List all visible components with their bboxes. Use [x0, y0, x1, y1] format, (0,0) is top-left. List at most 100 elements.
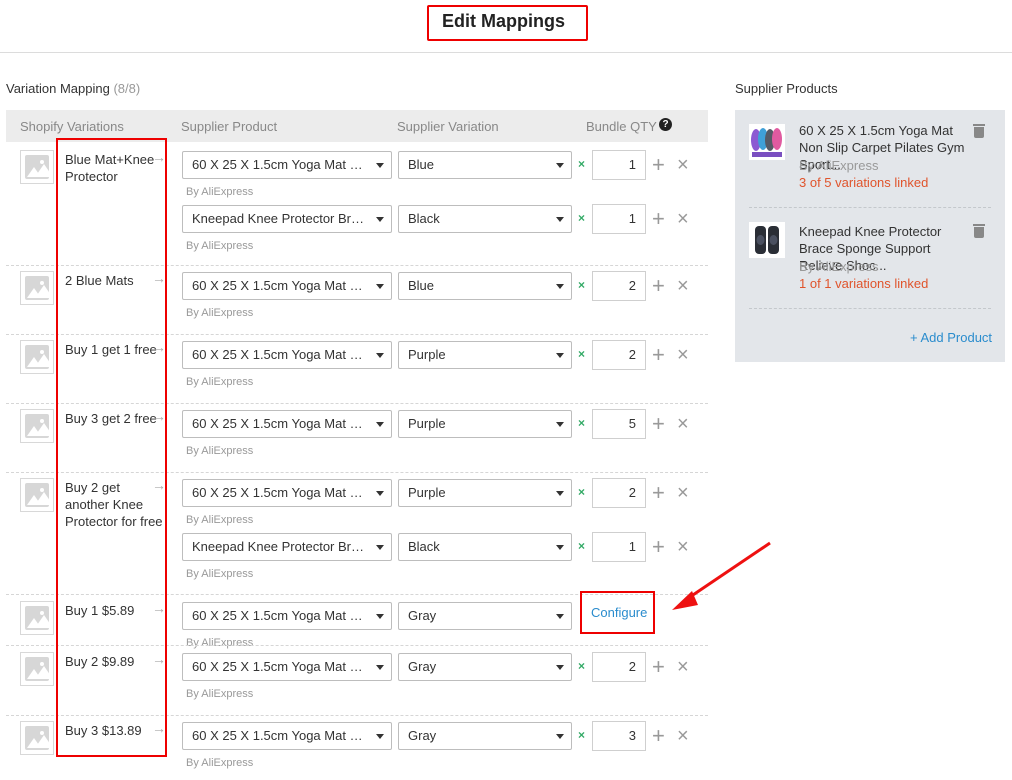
remove-line-close-icon[interactable]: ×	[677, 155, 689, 175]
supplier-product-value: 60 X 25 X 1.5cm Yoga Mat No...	[192, 278, 378, 293]
supplier-variation-value: Black	[408, 539, 440, 554]
multiply-icon: ×	[578, 278, 586, 292]
supplier-variation-select[interactable]: Black	[398, 533, 572, 561]
trash-icon[interactable]	[973, 224, 985, 238]
supplier-product-linked-status: 3 of 5 variations linked	[799, 175, 929, 190]
supplier-product-select[interactable]: 60 X 25 X 1.5cm Yoga Mat No...	[182, 722, 392, 750]
supplier-variation-select[interactable]: Gray	[398, 602, 572, 630]
supplier-source-label: By AliExpress	[186, 688, 254, 700]
supplier-variation-select[interactable]: Gray	[398, 722, 572, 750]
multiply-icon: ×	[578, 659, 586, 673]
supplier-variation-select[interactable]: Blue	[398, 151, 572, 179]
supplier-product-value: Kneepad Knee Protector Brace ...	[192, 211, 387, 226]
remove-line-close-icon[interactable]: ×	[677, 345, 689, 365]
chevron-down-icon	[376, 491, 384, 496]
multiply-icon: ×	[578, 539, 586, 553]
supplier-product-value: 60 X 25 X 1.5cm Yoga Mat No...	[192, 728, 378, 743]
chevron-down-icon	[556, 665, 564, 670]
bundle-qty-input[interactable]: 1	[592, 150, 646, 180]
trash-icon[interactable]	[973, 124, 985, 138]
supplier-product-select[interactable]: 60 X 25 X 1.5cm Yoga Mat No...	[182, 151, 392, 179]
supplier-variation-select[interactable]: Purple	[398, 479, 572, 507]
supplier-product-select[interactable]: 60 X 25 X 1.5cm Yoga Mat No...	[182, 653, 392, 681]
header-supplier-variation: Supplier Variation	[397, 119, 499, 134]
image-placeholder-icon	[20, 652, 54, 686]
chevron-down-icon	[556, 353, 564, 358]
multiply-icon: ×	[578, 211, 586, 225]
header-bundle-qty: Bundle QTY	[586, 119, 657, 134]
supplier-variation-value: Blue	[408, 278, 435, 293]
supplier-variation-select[interactable]: Black	[398, 205, 572, 233]
bundle-qty-input[interactable]: 3	[592, 721, 646, 751]
chevron-down-icon	[376, 734, 384, 739]
remove-line-close-icon[interactable]: ×	[677, 209, 689, 229]
supplier-product-select[interactable]: 60 X 25 X 1.5cm Yoga Mat No...	[182, 341, 392, 369]
chevron-down-icon	[376, 217, 384, 222]
supplier-source-label: By AliExpress	[186, 445, 254, 457]
supplier-product-select[interactable]: 60 X 25 X 1.5cm Yoga Mat No...	[182, 479, 392, 507]
chevron-down-icon	[376, 353, 384, 358]
chevron-down-icon	[376, 545, 384, 550]
add-line-plus-icon[interactable]: +	[652, 725, 665, 747]
supplier-product-value: 60 X 25 X 1.5cm Yoga Mat No...	[192, 608, 378, 623]
add-line-plus-icon[interactable]: +	[652, 413, 665, 435]
supplier-product-select[interactable]: 60 X 25 X 1.5cm Yoga Mat No...	[182, 410, 392, 438]
add-line-plus-icon[interactable]: +	[652, 275, 665, 297]
remove-line-close-icon[interactable]: ×	[677, 276, 689, 296]
supplier-product-select[interactable]: 60 X 25 X 1.5cm Yoga Mat No...	[182, 602, 392, 630]
configure-highlight-annotation	[580, 591, 655, 634]
image-placeholder-icon	[20, 150, 54, 184]
add-line-plus-icon[interactable]: +	[652, 154, 665, 176]
bundle-qty-input[interactable]: 2	[592, 478, 646, 508]
supplier-variation-value: Black	[408, 211, 440, 226]
image-placeholder-icon	[20, 478, 54, 512]
add-line-plus-icon[interactable]: +	[652, 208, 665, 230]
chevron-down-icon	[376, 665, 384, 670]
supplier-product-source: By AliExpress	[799, 158, 879, 173]
supplier-product-select[interactable]: 60 X 25 X 1.5cm Yoga Mat No...	[182, 272, 392, 300]
image-placeholder-icon	[20, 271, 54, 305]
variations-highlight-annotation	[56, 138, 167, 757]
chevron-down-icon	[556, 614, 564, 619]
supplier-variation-value: Gray	[408, 659, 437, 674]
image-placeholder-icon	[20, 601, 54, 635]
bundle-qty-input[interactable]: 5	[592, 409, 646, 439]
bundle-qty-input[interactable]: 2	[592, 340, 646, 370]
supplier-variation-select[interactable]: Purple	[398, 341, 572, 369]
supplier-source-label: By AliExpress	[186, 307, 254, 319]
multiply-icon: ×	[578, 728, 586, 742]
add-line-plus-icon[interactable]: +	[652, 656, 665, 678]
product-divider	[749, 308, 991, 309]
supplier-product-linked-status: 1 of 1 variations linked	[799, 276, 929, 291]
remove-line-close-icon[interactable]: ×	[677, 726, 689, 746]
bundle-qty-input[interactable]: 2	[592, 271, 646, 301]
supplier-source-label: By AliExpress	[186, 240, 254, 252]
supplier-variation-value: Gray	[408, 608, 437, 623]
product-divider	[749, 207, 991, 208]
bundle-qty-input[interactable]: 1	[592, 204, 646, 234]
knee-protector-thumbnail	[749, 222, 785, 258]
add-line-plus-icon[interactable]: +	[652, 482, 665, 504]
supplier-source-label: By AliExpress	[186, 757, 254, 769]
supplier-product-select[interactable]: Kneepad Knee Protector Brace ...	[182, 205, 392, 233]
chevron-down-icon	[556, 163, 564, 168]
supplier-variation-select[interactable]: Purple	[398, 410, 572, 438]
bundle-qty-input[interactable]: 2	[592, 652, 646, 682]
remove-line-close-icon[interactable]: ×	[677, 483, 689, 503]
bundle-qty-input[interactable]: 1	[592, 532, 646, 562]
image-placeholder-icon	[20, 409, 54, 443]
supplier-variation-select[interactable]: Blue	[398, 272, 572, 300]
supplier-products-title: Supplier Products	[735, 81, 838, 96]
remove-line-close-icon[interactable]: ×	[677, 414, 689, 434]
chevron-down-icon	[556, 491, 564, 496]
header-shopify-variations: Shopify Variations	[20, 119, 124, 134]
help-icon[interactable]: ?	[659, 118, 672, 131]
add-product-button[interactable]: + Add Product	[910, 330, 992, 345]
annotation-arrow-icon	[672, 541, 771, 610]
remove-line-close-icon[interactable]: ×	[677, 657, 689, 677]
multiply-icon: ×	[578, 347, 586, 361]
supplier-product-select[interactable]: Kneepad Knee Protector Brace ...	[182, 533, 392, 561]
supplier-variation-select[interactable]: Gray	[398, 653, 572, 681]
add-line-plus-icon[interactable]: +	[652, 344, 665, 366]
chevron-down-icon	[376, 422, 384, 427]
